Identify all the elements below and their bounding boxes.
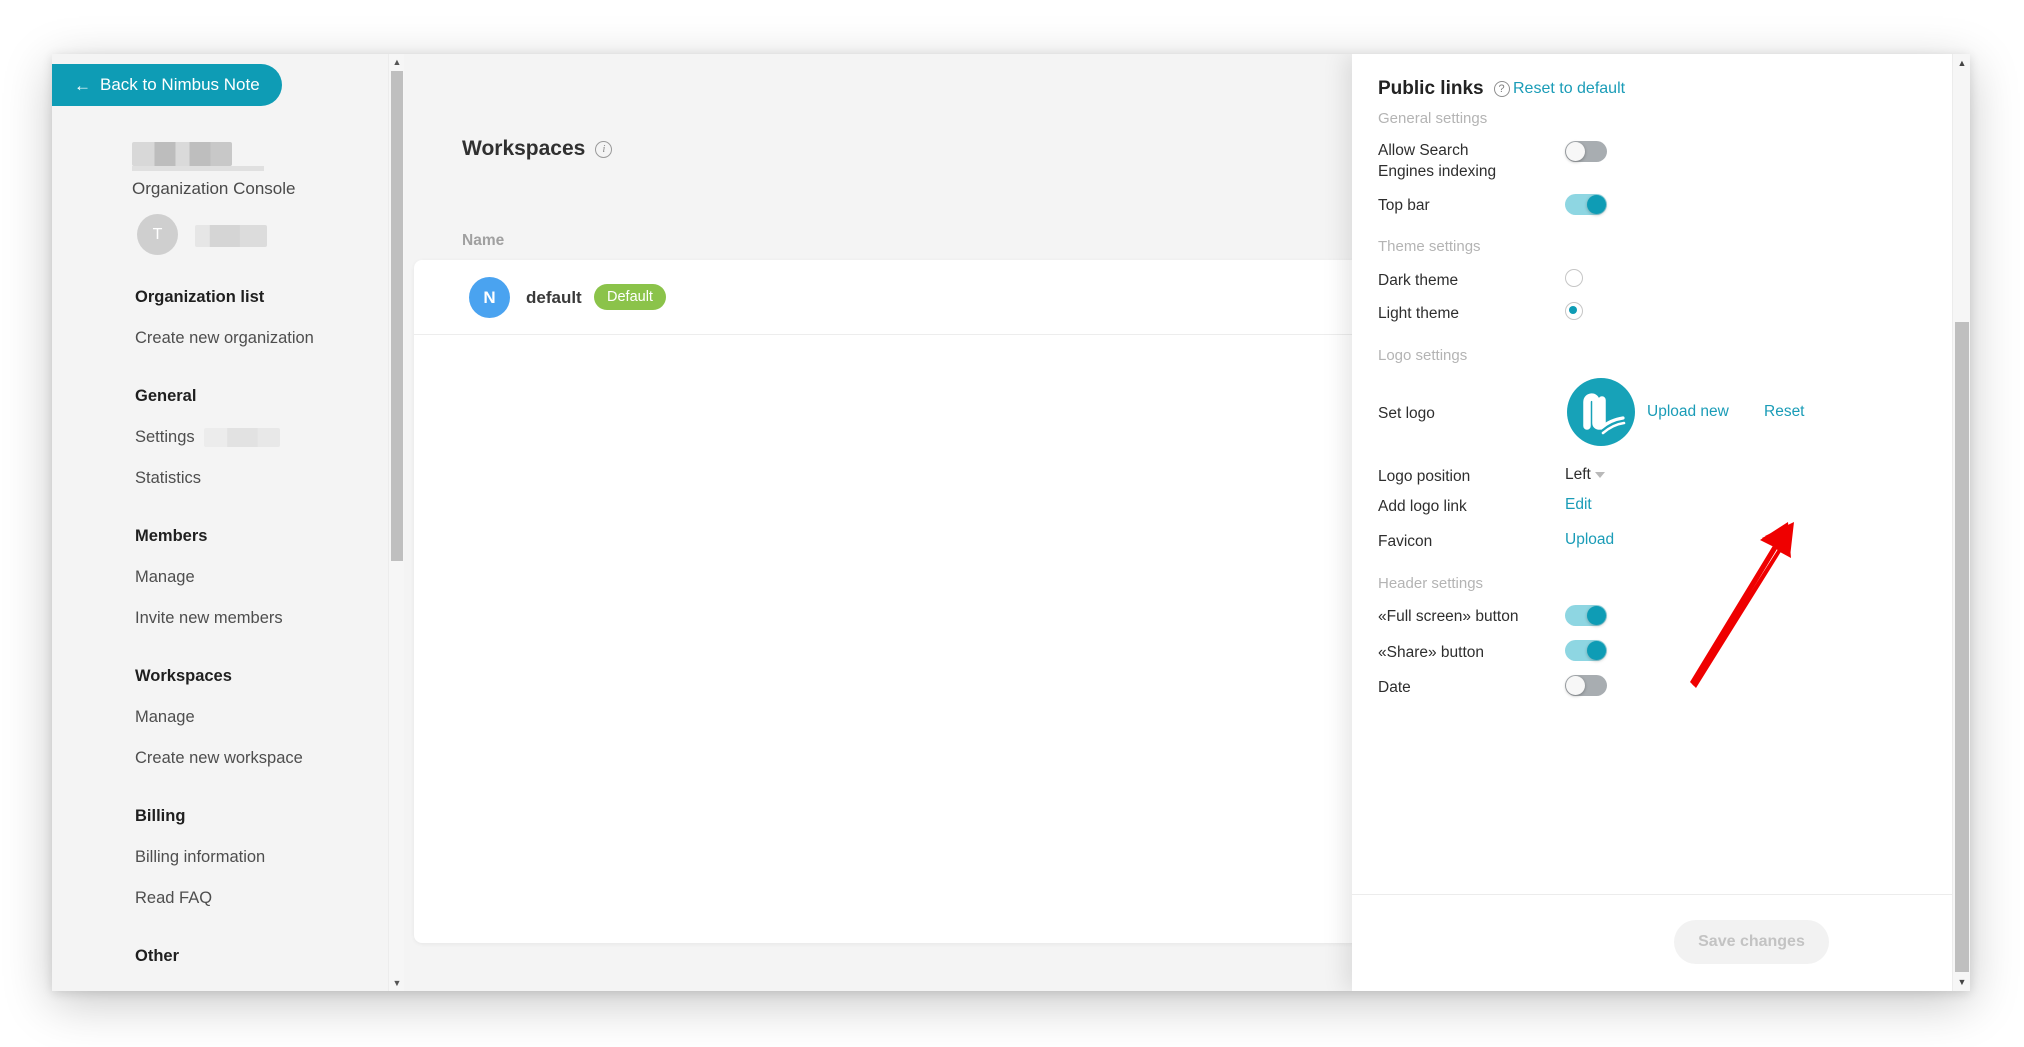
- panel-footer: Save changes: [1352, 894, 1952, 991]
- back-button-label: Back to Nimbus Note: [100, 75, 260, 94]
- sidebar-group-title: Organization list: [135, 288, 265, 306]
- toggle-top-bar[interactable]: [1565, 194, 1607, 215]
- panel-title: Public links: [1378, 78, 1484, 99]
- sidebar-scrollbar-thumb[interactable]: [391, 71, 403, 561]
- sidebar-item-settings[interactable]: Settings: [52, 426, 404, 448]
- public-links-settings-panel: Public links ? Reset to default General …: [1352, 54, 1970, 991]
- upload-new-logo-link[interactable]: Upload new: [1647, 403, 1729, 421]
- back-to-nimbus-note-button[interactable]: ← Back to Nimbus Note: [52, 64, 282, 106]
- sidebar-item-create-new-workspace[interactable]: Create new workspace: [52, 747, 404, 769]
- upload-favicon-link[interactable]: Upload: [1565, 531, 1614, 549]
- workspace-name: default: [526, 288, 582, 307]
- sidebar-group-title: Members: [135, 527, 208, 545]
- status-badge: Default: [594, 284, 666, 310]
- sidebar-group-title: General: [135, 387, 197, 405]
- sidebar-item-label: Billing information: [135, 848, 266, 866]
- page-title: Workspaces: [462, 137, 586, 160]
- sidebar-item-manage[interactable]: Manage: [52, 566, 404, 588]
- toggle-knob: [1566, 676, 1585, 695]
- sidebar-item-billing-information[interactable]: Billing information: [52, 846, 404, 868]
- reset-to-default-link[interactable]: Reset to default: [1513, 80, 1625, 98]
- redacted-value: [203, 428, 280, 448]
- sidebar-scrollbar[interactable]: ▲ ▼: [388, 54, 404, 991]
- sidebar-item-create-new-organization[interactable]: Create new organization: [52, 327, 404, 349]
- logo-position-value[interactable]: Left: [1565, 466, 1591, 484]
- toggle-knob: [1587, 606, 1606, 625]
- user-row[interactable]: T: [52, 214, 404, 256]
- add-logo-link-label: Add logo link: [1378, 498, 1467, 515]
- redacted-org-name: [132, 142, 232, 166]
- scroll-up-icon[interactable]: ▲: [1953, 55, 1970, 71]
- date-label: Date: [1378, 679, 1411, 696]
- scroll-down-icon[interactable]: ▼: [1953, 974, 1970, 990]
- top-bar-label: Top bar: [1378, 197, 1430, 214]
- scroll-down-icon[interactable]: ▼: [389, 975, 405, 991]
- panel-body: Public links ? Reset to default General …: [1352, 54, 1952, 894]
- allow-search-label-line1: Allow Search: [1378, 142, 1469, 159]
- sidebar-group-title: Other: [135, 947, 180, 965]
- toggle-allow-search-engines-indexing[interactable]: [1565, 141, 1607, 162]
- set-logo-label: Set logo: [1378, 405, 1435, 422]
- toggle-knob: [1566, 142, 1585, 161]
- column-header-name: Name: [462, 232, 505, 249]
- radio-dark-theme[interactable]: [1565, 269, 1583, 287]
- toggle-share-button[interactable]: [1565, 640, 1607, 661]
- sidebar-item-label: Create new organization: [135, 329, 314, 347]
- left-sidebar: ← Back to Nimbus Note Organization Conso…: [52, 54, 404, 991]
- back-arrow-icon: ←: [74, 75, 91, 95]
- info-icon[interactable]: i: [595, 140, 613, 158]
- toggle-knob: [1587, 641, 1606, 660]
- panel-header: Public links ?: [1378, 78, 1510, 100]
- sidebar-nav: Organization list Create new organization…: [52, 286, 404, 967]
- section-label-theme: Theme settings: [1378, 238, 1481, 255]
- avatar: T: [137, 214, 178, 255]
- sidebar-item-label: Manage: [135, 708, 195, 726]
- toggle-date[interactable]: [1565, 675, 1607, 696]
- sidebar-item-invite-new-members[interactable]: Invite new members: [52, 607, 404, 629]
- avatar: N: [469, 277, 510, 318]
- scroll-up-icon[interactable]: ▲: [389, 54, 405, 70]
- sidebar-group-title: Workspaces: [135, 667, 232, 685]
- logo-position-label: Logo position: [1378, 468, 1471, 485]
- page-title-row: Workspaces i: [462, 137, 613, 161]
- section-label-logo: Logo settings: [1378, 347, 1468, 364]
- app-window: ← Back to Nimbus Note Organization Conso…: [52, 54, 1970, 991]
- question-mark-icon[interactable]: ?: [1493, 81, 1510, 97]
- sidebar-item-label: Settings: [135, 428, 195, 446]
- sidebar-item-read-faq[interactable]: Read FAQ: [52, 887, 404, 909]
- sidebar-group-title: Billing: [135, 807, 186, 825]
- sidebar-item-manage[interactable]: Manage: [52, 706, 404, 728]
- sidebar-item-label: Create new workspace: [135, 749, 303, 767]
- chevron-down-icon[interactable]: [1595, 472, 1605, 478]
- light-theme-label: Light theme: [1378, 305, 1459, 322]
- radio-light-theme[interactable]: [1565, 302, 1583, 320]
- edit-logo-link-button[interactable]: Edit: [1565, 496, 1592, 514]
- dark-theme-label: Dark theme: [1378, 272, 1459, 289]
- organization-console-label: Organization Console: [132, 179, 296, 198]
- section-label-general: General settings: [1378, 110, 1488, 127]
- redacted-user-name: [195, 225, 267, 247]
- redacted-org-name-underline: [132, 166, 264, 171]
- toggle-fullscreen-button[interactable]: [1565, 605, 1607, 626]
- sidebar-item-label: Read FAQ: [135, 889, 213, 907]
- share-button-label: «Share» button: [1378, 644, 1485, 661]
- screen-root: ← Back to Nimbus Note Organization Conso…: [0, 0, 2024, 1047]
- nimbus-logo-icon: [1565, 376, 1637, 448]
- section-label-header: Header settings: [1378, 575, 1484, 592]
- sidebar-item-label: Statistics: [135, 469, 202, 487]
- fullscreen-button-label: «Full screen» button: [1378, 608, 1519, 625]
- reset-logo-link[interactable]: Reset: [1764, 403, 1805, 421]
- panel-scrollbar[interactable]: ▲ ▼: [1952, 54, 1970, 991]
- panel-scrollbar-thumb[interactable]: [1955, 322, 1969, 972]
- allow-search-label-line2: Engines indexing: [1378, 163, 1497, 180]
- favicon-label: Favicon: [1378, 533, 1433, 550]
- sidebar-item-label: Invite new members: [135, 609, 283, 627]
- sidebar-item-statistics[interactable]: Statistics: [52, 467, 404, 489]
- toggle-knob: [1587, 195, 1606, 214]
- save-changes-button[interactable]: Save changes: [1674, 920, 1829, 964]
- sidebar-item-label: Manage: [135, 568, 195, 586]
